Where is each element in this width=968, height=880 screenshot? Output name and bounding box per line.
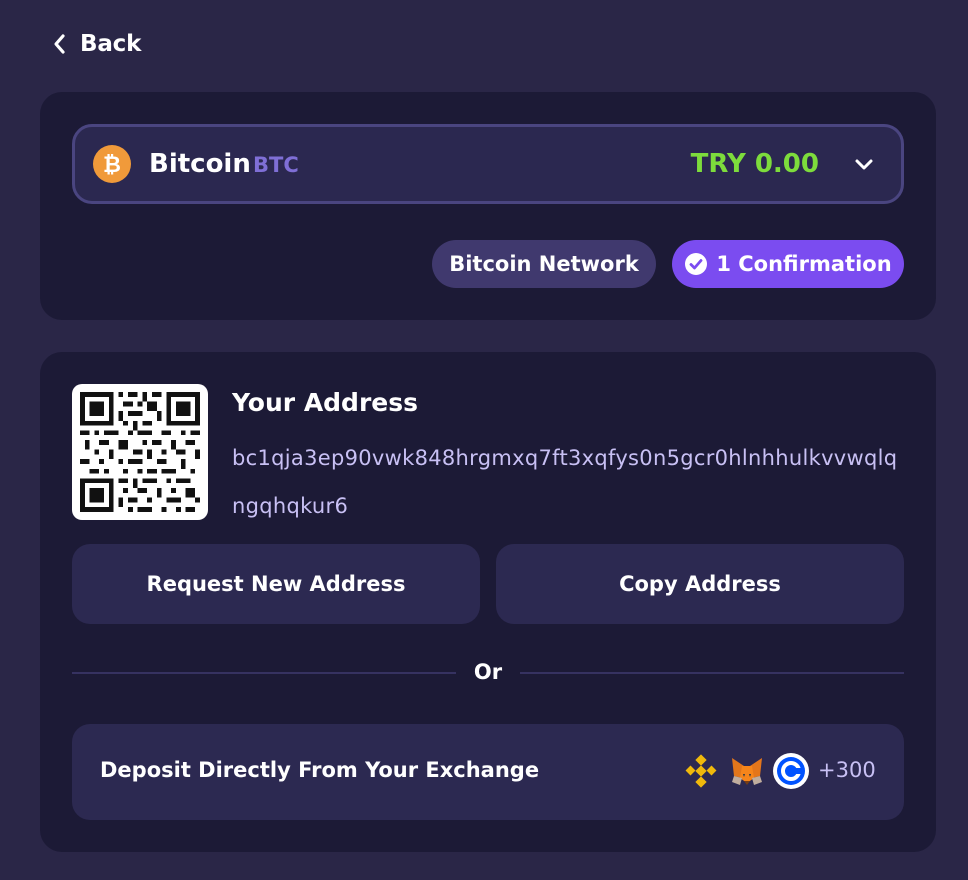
deposit-card: Your Address bc1qja3ep90vwk848hrgmxq7ft3… [40,352,936,852]
exchange-label: Deposit Directly From Your Exchange [100,758,540,782]
binance-icon [682,752,720,790]
check-circle-icon [684,252,708,276]
divider-line-left [72,672,456,674]
bitcoin-icon: ₿ [93,145,131,183]
deposit-from-exchange-button[interactable]: Deposit Directly From Your Exchange +300 [72,724,904,820]
back-button[interactable]: Back [52,28,141,60]
chevron-left-icon [52,33,66,55]
currency-ticker: BTC [253,153,299,177]
currency-card: ₿ Bitcoin BTC TRY 0.00 Bitcoin Network 1… [40,92,936,320]
network-badge: Bitcoin Network [432,240,656,288]
confirmation-label: 1 Confirmation [716,252,892,276]
confirmation-badge: 1 Confirmation [672,240,904,288]
chevron-down-icon [853,153,875,175]
address-value: bc1qja3ep90vwk848hrgmxq7ft3xqfys0n5gcr0h… [232,446,898,518]
currency-name: Bitcoin [149,149,251,179]
more-exchanges-count: +300 [818,758,876,782]
address-title: Your Address [232,388,418,417]
qr-code-icon [72,384,208,520]
currency-select[interactable]: ₿ Bitcoin BTC TRY 0.00 [72,124,904,204]
metamask-icon [728,752,766,790]
request-new-address-button[interactable]: Request New Address [72,544,480,624]
svg-text:₿: ₿ [103,153,121,177]
coinbase-icon [772,752,810,790]
back-label: Back [80,31,142,57]
currency-balance: TRY 0.00 [690,149,819,179]
copy-address-button[interactable]: Copy Address [496,544,904,624]
divider-or: Or [473,660,503,684]
divider-line-right [520,672,904,674]
